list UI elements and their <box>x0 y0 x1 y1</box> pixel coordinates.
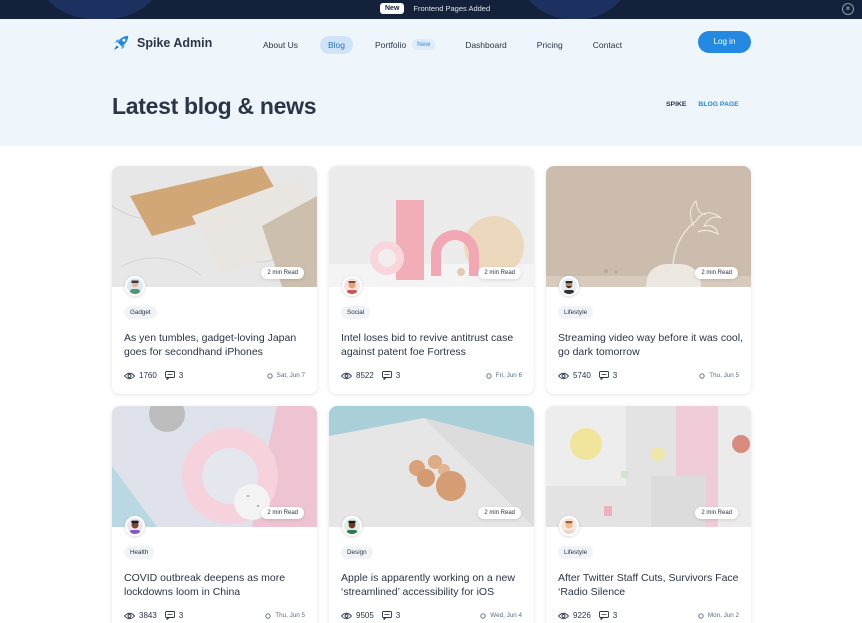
nav-pricing[interactable]: Pricing <box>529 36 571 54</box>
dot-icon <box>266 372 273 379</box>
read-time: 2 min Read <box>478 267 521 279</box>
blog-card[interactable]: 2 min Read Lifestyle Streaming video way… <box>546 166 751 394</box>
nav-about-us[interactable]: About Us <box>255 36 306 54</box>
nav-label: Contact <box>592 39 623 50</box>
post-date: Thu, Jun 5 <box>275 612 305 619</box>
nav-portfolio[interactable]: Portfolio New <box>367 35 443 54</box>
comment-count: 3 <box>395 611 401 620</box>
post-meta: 9505 3 Wed, Jun 4 <box>341 611 522 620</box>
nav-label: About Us <box>263 39 298 50</box>
avatar[interactable] <box>125 516 145 536</box>
nav-blog[interactable]: Blog <box>319 35 353 54</box>
nav-label: Portfolio <box>374 39 407 50</box>
post-title[interactable]: As yen tumbles, gadget-loving Japan goes… <box>124 331 309 359</box>
view-count: 9505 <box>356 611 374 620</box>
dot-icon <box>699 372 705 379</box>
nav-contact[interactable]: Contact <box>585 36 630 54</box>
comment-icon <box>598 611 609 620</box>
comment-icon <box>381 611 392 620</box>
avatar[interactable] <box>342 276 362 296</box>
post-date: Sat, Jun 7 <box>276 372 305 379</box>
post-date: Mon, Jun 2 <box>707 612 739 619</box>
read-time: 2 min Read <box>478 507 521 519</box>
dot-icon <box>480 612 486 619</box>
breadcrumb: SPIKE BLOG PAGE <box>666 101 739 108</box>
read-time: 2 min Read <box>261 507 304 519</box>
breadcrumb-home[interactable]: SPIKE <box>666 101 686 108</box>
category-tag[interactable]: Social <box>341 306 371 319</box>
comment-icon <box>164 611 175 620</box>
post-title[interactable]: Streaming video way before it was cool, … <box>558 331 743 359</box>
post-title[interactable]: After Twitter Staff Cuts, Survivors Face… <box>558 571 743 599</box>
read-time: 2 min Read <box>261 267 304 279</box>
comment-icon <box>381 371 392 380</box>
blog-card[interactable]: 2 min Read Social Intel loses bid to rev… <box>329 166 534 394</box>
close-icon[interactable]: × <box>842 3 854 15</box>
view-count: 3843 <box>139 611 157 620</box>
announcement-message[interactable]: Frontend Pages Added <box>413 4 490 13</box>
main-nav: About Us Blog Portfolio New Dashboard Pri… <box>255 35 644 54</box>
comment-icon <box>598 371 609 380</box>
post-meta: 3843 3 Thu, Jun 5 <box>124 611 305 620</box>
eye-icon <box>558 372 569 379</box>
view-count: 5740 <box>573 371 591 380</box>
eye-icon <box>341 372 352 379</box>
page-header: Spike Admin About Us Blog Portfolio New D… <box>0 19 862 146</box>
brand-logo[interactable]: Spike Admin <box>112 33 212 52</box>
announcement-bar: New Frontend Pages Added × <box>0 0 862 19</box>
view-count: 1760 <box>139 371 157 380</box>
new-pill: New <box>412 39 436 50</box>
avatar[interactable] <box>559 276 579 296</box>
read-time: 2 min Read <box>695 267 738 279</box>
avatar[interactable] <box>342 516 362 536</box>
comment-icon <box>164 371 175 380</box>
view-count: 9226 <box>573 611 591 620</box>
comment-count: 3 <box>395 371 401 380</box>
blog-card[interactable]: 2 min Read Health COVID outbreak deepens… <box>112 406 317 623</box>
breadcrumb-current: BLOG PAGE <box>698 101 739 108</box>
category-tag[interactable]: Design <box>341 546 373 559</box>
category-tag[interactable]: Health <box>124 546 155 559</box>
post-meta: 5740 3 Thu, Jun 5 <box>558 371 739 380</box>
rocket-icon <box>113 35 129 51</box>
post-title[interactable]: COVID outbreak deepens as more lockdowns… <box>124 571 309 599</box>
post-date: Fri, Jun 6 <box>495 372 522 379</box>
category-tag[interactable]: Gadget <box>124 306 157 319</box>
dot-icon <box>486 372 492 379</box>
comment-count: 3 <box>612 611 618 620</box>
read-time: 2 min Read <box>695 507 738 519</box>
eye-icon <box>558 612 569 619</box>
eye-icon <box>124 612 135 619</box>
dot-icon <box>265 612 271 619</box>
new-badge: New <box>380 3 405 14</box>
post-title[interactable]: Apple is apparently working on a new ‘st… <box>341 571 526 599</box>
blog-card[interactable]: 2 min Read Gadget As yen tumbles, gadget… <box>112 166 317 394</box>
nav-label: Pricing <box>536 39 563 50</box>
post-meta: 9226 3 Mon, Jun 2 <box>558 611 739 620</box>
post-meta: 1760 3 Sat, Jun 7 <box>124 371 305 380</box>
nav-label: Blog <box>327 39 345 50</box>
category-tag[interactable]: Lifestyle <box>558 306 594 319</box>
brand-name: Spike Admin <box>137 35 213 50</box>
post-date: Thu, Jun 5 <box>709 372 739 379</box>
post-title[interactable]: Intel loses bid to revive antitrust case… <box>341 331 526 359</box>
comment-count: 3 <box>612 371 618 380</box>
category-tag[interactable]: Lifestyle <box>558 546 594 559</box>
dot-icon <box>698 612 704 619</box>
login-button[interactable]: Log in <box>698 31 751 53</box>
comment-count: 3 <box>178 371 184 380</box>
avatar[interactable] <box>559 516 579 536</box>
blog-card[interactable]: 2 min Read Design Apple is apparently wo… <box>329 406 534 623</box>
eye-icon <box>124 372 135 379</box>
page-title: Latest blog & news <box>112 93 317 119</box>
blog-card[interactable]: 2 min Read Lifestyle After Twitter Staff… <box>546 406 751 623</box>
comment-count: 3 <box>178 611 184 620</box>
nav-label: Dashboard <box>465 39 507 50</box>
post-date: Wed, Jun 4 <box>490 612 522 619</box>
view-count: 8522 <box>356 371 374 380</box>
post-meta: 8522 3 Fri, Jun 6 <box>341 371 522 380</box>
eye-icon <box>341 612 352 619</box>
nav-dashboard[interactable]: Dashboard <box>457 36 515 54</box>
avatar[interactable] <box>125 276 145 296</box>
